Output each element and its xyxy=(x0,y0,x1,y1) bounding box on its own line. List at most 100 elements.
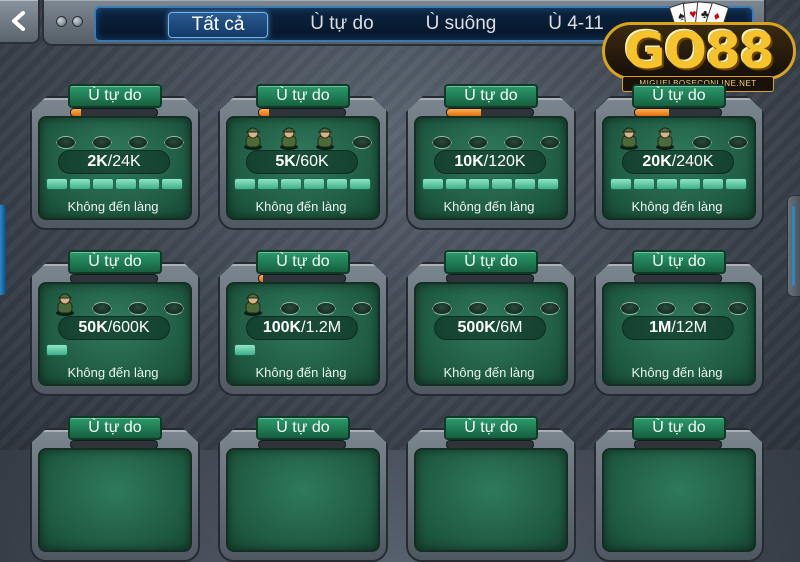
chip-stack-icon xyxy=(445,178,467,190)
stake-max: /120K xyxy=(483,153,526,170)
room-title: Ù tự do xyxy=(444,84,538,108)
player-avatar-icon xyxy=(54,290,76,316)
room-title: Ù tự do xyxy=(68,84,162,108)
player-avatar-icon xyxy=(278,124,300,150)
chip-stack-icon xyxy=(422,178,444,190)
room-stake: 20K/240K xyxy=(622,150,734,174)
empty-seat-icon xyxy=(352,136,372,149)
chip-stack-icon xyxy=(514,178,536,190)
logo-wordmark: GO88 xyxy=(602,22,796,80)
player-avatar-icon xyxy=(618,124,640,150)
stake-min: 2K xyxy=(87,153,108,170)
empty-seat-icon xyxy=(656,302,676,315)
room-card[interactable]: Ù tự do 50K/600K Không đến làng xyxy=(30,250,200,396)
room-status-label: Không đến làng xyxy=(443,365,535,380)
stake-max: /6M xyxy=(495,319,523,336)
empty-seat-icon xyxy=(728,302,748,315)
room-table xyxy=(38,448,192,552)
room-progress-fill xyxy=(635,109,670,116)
room-card[interactable]: Ù tự do xyxy=(594,416,764,562)
tab-plain-win[interactable]: Ù suông xyxy=(406,12,516,36)
empty-seat-icon xyxy=(352,302,372,315)
empty-seat-icon xyxy=(468,302,488,315)
empty-seat-icon xyxy=(692,136,712,149)
chip-stack-icon xyxy=(46,178,68,190)
chip-stack-icon xyxy=(161,178,183,190)
room-card[interactable]: Ù tự do 20K/240K Không đến làng xyxy=(594,84,764,230)
room-card[interactable]: Ù tự do 2K/24K Không đến làng xyxy=(30,84,200,230)
room-card[interactable]: Ù tự do xyxy=(218,416,388,562)
room-progress-fill xyxy=(71,109,82,116)
tab-all[interactable]: Tất cả xyxy=(168,12,268,38)
chip-stack-icon xyxy=(326,178,348,190)
room-table xyxy=(226,448,380,552)
room-progress-fill xyxy=(259,109,270,116)
player-avatar-icon xyxy=(314,124,336,150)
scrollbar[interactable] xyxy=(787,195,800,297)
room-title: Ù tự do xyxy=(444,250,538,274)
room-status-label: Không đến làng xyxy=(443,199,535,214)
room-status-label: Không đến làng xyxy=(255,199,347,214)
empty-seat-icon xyxy=(620,302,640,315)
player-avatar-icon xyxy=(654,124,676,150)
room-card[interactable]: Ù tự do xyxy=(30,416,200,562)
room-status-label: Không đến làng xyxy=(631,199,723,214)
room-table xyxy=(602,448,756,552)
chip-stack-icon xyxy=(234,178,256,190)
chevron-left-icon xyxy=(12,11,25,31)
room-stake: 50K/600K xyxy=(58,316,170,340)
room-status-label: Không đến làng xyxy=(255,365,347,380)
room-card[interactable]: Ù tự do 1M/12M Không đến làng xyxy=(594,250,764,396)
left-edge-handle xyxy=(0,205,6,295)
chip-stack-icon xyxy=(280,178,302,190)
back-button[interactable] xyxy=(0,0,40,44)
stake-max: /1.2M xyxy=(301,319,342,336)
empty-seat-icon xyxy=(728,136,748,149)
room-title: Ù tự do xyxy=(256,250,350,274)
empty-seat-icon xyxy=(280,302,300,315)
room-progress-fill xyxy=(259,275,264,282)
room-card[interactable]: Ù tự do 100K/1.2M Không đến làng xyxy=(218,250,388,396)
chip-stack-icon xyxy=(138,178,160,190)
stake-min: 5K xyxy=(275,153,296,170)
empty-seat-icon xyxy=(164,302,184,315)
chip-stack-icon xyxy=(633,178,655,190)
chip-stack-icon xyxy=(725,178,747,190)
chip-stack-icon xyxy=(702,178,724,190)
room-card[interactable]: Ù tự do 5K/60K Không đến làng xyxy=(218,84,388,230)
chip-stack-icon xyxy=(303,178,325,190)
empty-seat-icon xyxy=(56,136,76,149)
room-status-label: Không đến làng xyxy=(67,199,159,214)
room-card[interactable]: Ù tự do 500K/6M Không đến làng xyxy=(406,250,576,396)
stake-min: 100K xyxy=(262,319,302,336)
stake-min: 10K xyxy=(454,153,484,170)
room-title: Ù tự do xyxy=(632,416,726,440)
room-stake: 5K/60K xyxy=(246,150,358,174)
room-status-label: Không đến làng xyxy=(67,365,159,380)
empty-seat-icon xyxy=(432,302,452,315)
chip-stack-icon xyxy=(115,178,137,190)
room-stake: 500K/6M xyxy=(434,316,546,340)
chip-stack-icon xyxy=(491,178,513,190)
empty-seat-icon xyxy=(540,302,560,315)
room-title: Ù tự do xyxy=(444,416,538,440)
empty-seat-icon xyxy=(468,136,488,149)
tab-free-win[interactable]: Ù tự do xyxy=(292,12,392,36)
chip-stack-icon xyxy=(656,178,678,190)
empty-seat-icon xyxy=(164,136,184,149)
chip-stack-icon xyxy=(257,178,279,190)
room-title: Ù tự do xyxy=(256,84,350,108)
empty-seat-icon xyxy=(504,302,524,315)
player-avatar-icon xyxy=(242,124,264,150)
empty-seat-icon xyxy=(128,302,148,315)
player-avatar-icon xyxy=(242,290,264,316)
empty-seat-icon xyxy=(692,302,712,315)
chip-stack-icon xyxy=(468,178,490,190)
chip-stack-icon xyxy=(69,178,91,190)
room-card[interactable]: Ù tự do 10K/120K Không đến làng xyxy=(406,84,576,230)
room-title: Ù tự do xyxy=(68,416,162,440)
stake-min: 500K xyxy=(457,319,496,336)
empty-seat-icon xyxy=(128,136,148,149)
room-card[interactable]: Ù tự do xyxy=(406,416,576,562)
empty-seat-icon xyxy=(504,136,524,149)
